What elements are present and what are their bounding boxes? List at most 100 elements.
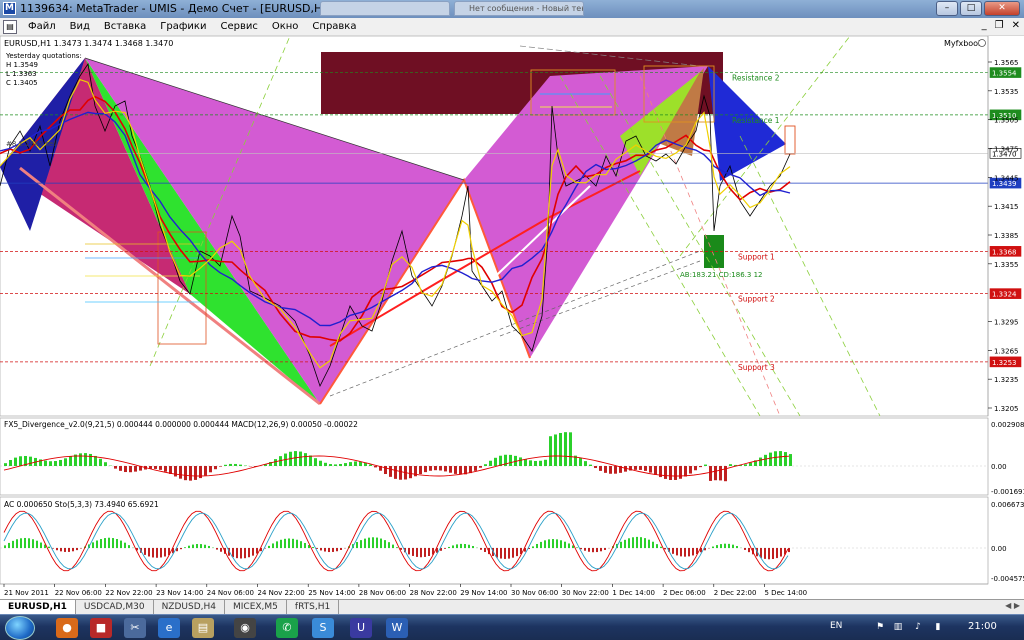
close-button[interactable]: ✕: [984, 1, 1020, 16]
tray-volume-icon[interactable]: ♪: [912, 621, 924, 633]
myfxbook-status-icon[interactable]: [978, 39, 986, 47]
browser-tab-2[interactable]: Нет сообщения - Новый текст...: [454, 1, 584, 16]
browser-tab-1[interactable]: [320, 1, 450, 16]
time-tick-label: 21 Nov 2011: [4, 589, 49, 597]
ac-histogram-bar: [424, 548, 426, 557]
macd-histogram-bar: [299, 451, 302, 466]
minimize-button[interactable]: –: [936, 1, 958, 16]
ac-histogram-bar: [428, 548, 430, 556]
start-button[interactable]: [5, 616, 35, 640]
macd-histogram-bar: [764, 454, 767, 466]
macd-histogram-bar: [474, 466, 477, 471]
price-tick-label: 1.3445: [994, 174, 1019, 182]
tab-usdcad-m30[interactable]: USDCAD,M30: [76, 600, 154, 614]
pivot-level-label: Support 3: [738, 363, 775, 372]
macd-histogram-bar: [114, 466, 117, 469]
macd-histogram-bar: [329, 464, 332, 466]
ac-histogram-bar: [628, 538, 630, 548]
macd-histogram-bar: [489, 460, 492, 466]
menu-help[interactable]: Справка: [305, 21, 363, 32]
tab-micex-m5[interactable]: MICEX,M5: [225, 600, 287, 614]
macd-histogram-bar: [459, 466, 462, 475]
app-ie-icon[interactable]: e: [158, 618, 180, 638]
macd-histogram-bar: [614, 466, 617, 474]
ac-histogram-bar: [384, 540, 386, 548]
macd-histogram-bar: [729, 464, 732, 466]
tab-frts-h1[interactable]: fRTS,H1: [287, 600, 340, 614]
ac-histogram-bar: [744, 548, 746, 550]
price-tick-label: 1.3565: [994, 59, 1019, 67]
macd-pane-label: FX5_Divergence_v2.0(9,21,5) 0.000444 0.0…: [4, 420, 358, 429]
ac-histogram-bar: [552, 539, 554, 548]
mdi-restore-icon[interactable]: ❐: [995, 20, 1004, 31]
taskbar-clock: 21:00: [968, 621, 997, 632]
menu-insert[interactable]: Вставка: [97, 21, 153, 32]
ac-histogram-bar: [280, 539, 282, 548]
macd-histogram-bar: [769, 452, 772, 466]
macd-histogram-bar: [14, 457, 17, 466]
chart-window[interactable]: Resistance 2 1.3554 Resistance 1 1.3510 1.34…: [0, 35, 1024, 599]
menu-tools[interactable]: Сервис: [213, 21, 264, 32]
ac-histogram-bar: [480, 548, 482, 550]
tab-eurusd-h1[interactable]: EURUSD,H1: [0, 600, 76, 614]
tray-flag-icon[interactable]: ⚑: [874, 621, 886, 633]
menu-window[interactable]: Окно: [265, 21, 306, 32]
ac-histogram-bar: [164, 548, 166, 557]
macd-histogram-bar: [669, 466, 672, 480]
app-scissors-icon[interactable]: ✂: [124, 618, 146, 638]
macd-histogram-bar: [394, 466, 397, 479]
word-icon[interactable]: W: [386, 618, 408, 638]
mdi-minimize-icon[interactable]: _: [982, 20, 987, 31]
ac-histogram-bar: [124, 542, 126, 548]
ac-histogram-bar: [544, 540, 546, 548]
macd-histogram-bar: [419, 466, 422, 475]
ac-histogram-bar: [516, 548, 518, 557]
ac-histogram-bar: [68, 548, 70, 552]
ac-histogram-bar: [24, 537, 26, 548]
macd-histogram-bar: [204, 466, 207, 476]
menu-view[interactable]: Вид: [63, 21, 97, 32]
ac-histogram-bar: [560, 540, 562, 548]
taskbar: ● ■ ✂ e ▤ ◉ ✆ S U W EN ⚑ ▥ ♪ ▮ 21:00: [0, 614, 1024, 640]
macd-histogram-bar: [644, 466, 647, 471]
ac-histogram-bar: [336, 548, 338, 552]
skype-icon[interactable]: S: [312, 618, 334, 638]
ac-histogram-bar: [148, 548, 150, 557]
document-icon[interactable]: ▤: [3, 19, 17, 34]
ac-histogram-bar: [356, 542, 358, 548]
macd-pane[interactable]: [0, 417, 989, 496]
firefox-icon[interactable]: ●: [56, 618, 78, 638]
pivot-level-label: Support 1: [738, 252, 775, 261]
macd-histogram-bar: [334, 464, 337, 466]
ac-histogram-bar: [156, 548, 158, 558]
ac-histogram-bar: [620, 541, 622, 548]
tab-scroll-arrows-icon[interactable]: ◀ ▶: [1005, 601, 1020, 610]
app-camera-icon[interactable]: ◉: [234, 618, 256, 638]
ac-histogram-bar: [632, 537, 634, 548]
ac-histogram-bar: [220, 548, 222, 552]
app-folder-icon[interactable]: ▤: [192, 618, 214, 638]
ac-histogram-bar: [720, 544, 722, 548]
tray-battery-icon[interactable]: ▮: [932, 621, 944, 633]
menu-file[interactable]: Файл: [21, 21, 63, 32]
ac-histogram-bar: [160, 548, 162, 558]
macd-histogram-bar: [599, 466, 602, 471]
ac-stochastic-pane[interactable]: [0, 496, 989, 585]
menu-charts[interactable]: Графики: [153, 21, 213, 32]
tab-nzdusd-h4[interactable]: NZDUSD,H4: [154, 600, 225, 614]
ac-histogram-bar: [64, 548, 66, 552]
ac-histogram-bar: [92, 542, 94, 548]
mdi-close-icon[interactable]: ✕: [1012, 20, 1020, 31]
metatrader-app-icon: M: [3, 2, 16, 15]
ac-histogram-bar: [392, 544, 394, 548]
ac-histogram-bar: [564, 541, 566, 548]
time-tick-label: 23 Nov 14:00: [156, 589, 203, 597]
app-red-icon[interactable]: ■: [90, 618, 112, 638]
app-green-icon[interactable]: ✆: [276, 618, 298, 638]
metatrader-task-icon[interactable]: U: [350, 618, 372, 638]
ac-histogram-bar: [692, 548, 694, 556]
language-indicator[interactable]: EN: [830, 621, 842, 631]
maximize-button[interactable]: □: [960, 1, 982, 16]
tray-network-icon[interactable]: ▥: [892, 621, 904, 633]
ac-histogram-bar: [396, 547, 398, 548]
